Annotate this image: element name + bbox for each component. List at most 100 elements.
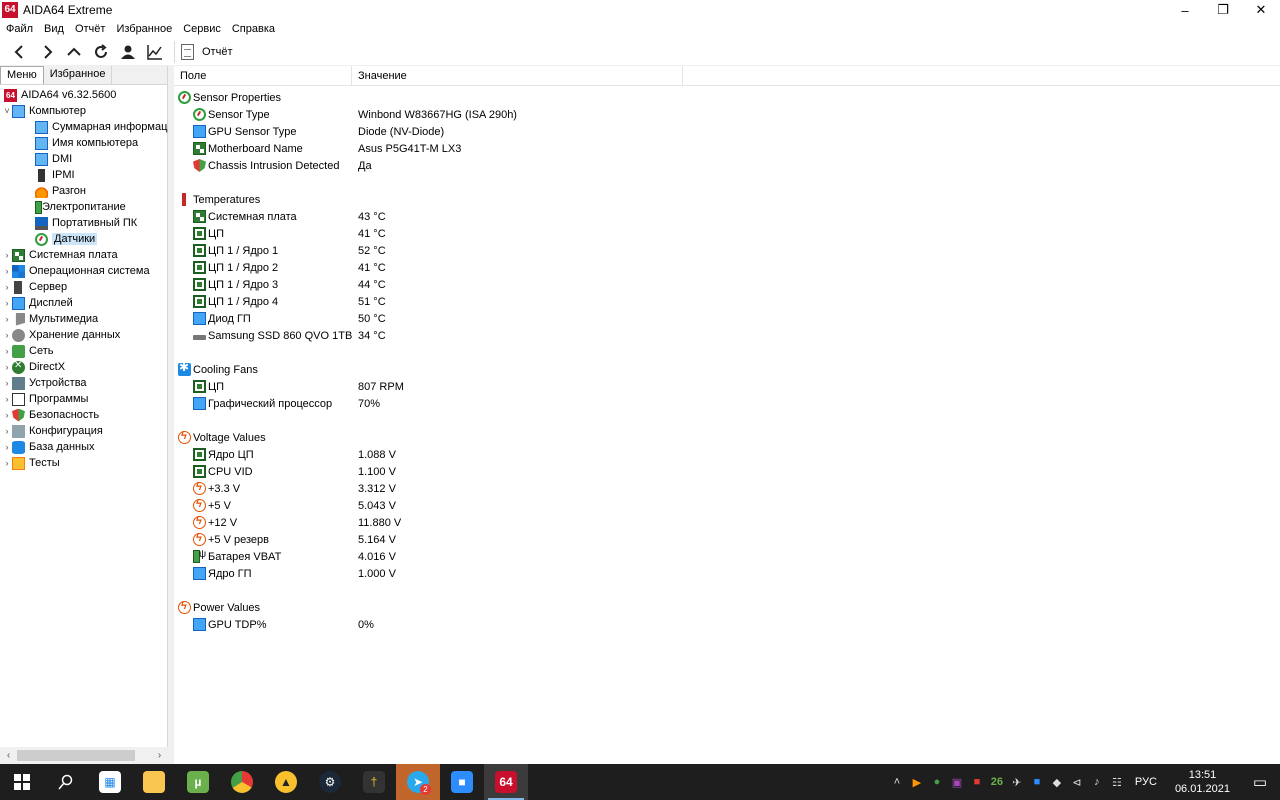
section-header[interactable]: Temperatures xyxy=(174,191,1280,208)
menu-file[interactable]: Файл xyxy=(6,23,33,35)
tree-item[interactable]: IPMI xyxy=(0,167,168,183)
volume-icon[interactable]: ♪ xyxy=(1087,764,1107,800)
clock[interactable]: 13:51 06.01.2021 xyxy=(1175,768,1230,796)
tree-item[interactable]: Портативный ПК xyxy=(0,215,168,231)
kaspersky-icon[interactable]: ● xyxy=(927,764,947,800)
table-row[interactable]: ЦП 41 °C xyxy=(174,225,1280,242)
table-row[interactable]: Батарея VBAT 4.016 V xyxy=(174,548,1280,565)
tree-item[interactable]: › DirectX xyxy=(0,359,168,375)
chevron-right-icon[interactable]: › xyxy=(2,250,12,260)
tree-item[interactable]: › Устройства xyxy=(0,375,168,391)
counter-icon[interactable]: 26 xyxy=(987,764,1007,800)
table-row[interactable]: ЦП 807 RPM xyxy=(174,378,1280,395)
table-row[interactable]: CPU VID 1.100 V xyxy=(174,463,1280,480)
tree-item[interactable]: › Дисплей xyxy=(0,295,168,311)
menu-report[interactable]: Отчёт xyxy=(75,23,105,35)
chart-button[interactable] xyxy=(141,40,168,64)
scrollbar-thumb[interactable] xyxy=(17,750,135,761)
section-header[interactable]: Power Values xyxy=(174,599,1280,616)
table-row[interactable]: ЦП 1 / Ядро 1 52 °C xyxy=(174,242,1280,259)
tab-menu[interactable]: Меню xyxy=(0,66,44,84)
file-explorer-app[interactable] xyxy=(132,764,176,800)
chevron-right-icon[interactable]: › xyxy=(2,298,12,308)
table-row[interactable]: ЦП 1 / Ядро 3 44 °C xyxy=(174,276,1280,293)
chevron-right-icon[interactable]: › xyxy=(2,362,12,372)
aida64-app[interactable]: 64 xyxy=(484,764,528,800)
chevron-right-icon[interactable]: › xyxy=(2,442,12,452)
chevron-right-icon[interactable]: › xyxy=(2,266,12,276)
tree-item[interactable]: ˅ Компьютер xyxy=(0,103,168,119)
menu-help[interactable]: Справка xyxy=(232,23,275,35)
scroll-left-icon[interactable]: ‹ xyxy=(0,750,17,761)
tree-item[interactable]: DMI xyxy=(0,151,168,167)
menu-favorites[interactable]: Избранное xyxy=(116,23,172,35)
table-row[interactable]: Motherboard Name Asus P5G41T-M LX3 xyxy=(174,140,1280,157)
game-app[interactable]: † xyxy=(352,764,396,800)
table-row[interactable]: GPU Sensor Type Diode (NV-Diode) xyxy=(174,123,1280,140)
tree-item[interactable]: Разгон xyxy=(0,183,168,199)
tree-item[interactable]: 64 AIDA64 v6.32.5600 xyxy=(0,87,168,103)
tree-item[interactable]: › База данных xyxy=(0,439,168,455)
tree-item[interactable]: Датчики xyxy=(0,231,168,247)
forward-button[interactable] xyxy=(33,40,60,64)
table-row[interactable]: Системная плата 43 °C xyxy=(174,208,1280,225)
report-button[interactable]: Отчёт xyxy=(181,43,232,60)
section-header[interactable]: Voltage Values xyxy=(174,429,1280,446)
chevron-right-icon[interactable]: › xyxy=(2,330,12,340)
tree-item[interactable]: › Мультимедиа xyxy=(0,311,168,327)
chrome-app[interactable] xyxy=(220,764,264,800)
chevron-right-icon[interactable]: › xyxy=(2,314,12,324)
nav-horizontal-scrollbar[interactable]: ‹ › xyxy=(0,747,168,764)
chevron-right-icon[interactable]: › xyxy=(2,426,12,436)
tree-item[interactable]: Электропитание xyxy=(0,199,168,215)
table-row[interactable]: +5 V резерв 5.164 V xyxy=(174,531,1280,548)
shield-icon[interactable]: ◆ xyxy=(1047,764,1067,800)
tree-item[interactable]: › Сеть xyxy=(0,343,168,359)
table-row[interactable]: +3.3 V 3.312 V xyxy=(174,480,1280,497)
table-row[interactable]: Ядро ГП 1.000 V xyxy=(174,565,1280,582)
tree-item[interactable]: › Конфигурация xyxy=(0,423,168,439)
close-button[interactable]: ✕ xyxy=(1242,0,1280,20)
meet-icon[interactable]: ■ xyxy=(1027,764,1047,800)
section-header[interactable]: Cooling Fans xyxy=(174,360,1280,378)
table-row[interactable]: +12 V 11.880 V xyxy=(174,514,1280,531)
menu-service[interactable]: Сервис xyxy=(183,23,221,35)
start-button[interactable] xyxy=(0,764,44,800)
language-indicator[interactable]: РУС xyxy=(1135,776,1157,788)
up-button[interactable] xyxy=(60,40,87,64)
search-button[interactable] xyxy=(44,764,88,800)
tree-item[interactable]: › Сервер xyxy=(0,279,168,295)
table-row[interactable]: Samsung SSD 860 QVO 1TB 34 °C xyxy=(174,327,1280,344)
tree-item[interactable]: › Безопасность xyxy=(0,407,168,423)
tree-item[interactable]: › Операционная система xyxy=(0,263,168,279)
tree-item[interactable]: › Системная плата xyxy=(0,247,168,263)
table-row[interactable]: Ядро ЦП 1.088 V xyxy=(174,446,1280,463)
chat-icon[interactable]: ▣ xyxy=(947,764,967,800)
chevron-right-icon[interactable]: › xyxy=(2,394,12,404)
menu-view[interactable]: Вид xyxy=(44,23,64,35)
column-header-field[interactable]: Поле xyxy=(174,66,352,86)
section-header[interactable]: Sensor Properties xyxy=(174,89,1280,106)
back-button[interactable] xyxy=(6,40,33,64)
table-row[interactable]: Chassis Intrusion Detected Да xyxy=(174,157,1280,174)
restore-button[interactable]: ❐ xyxy=(1204,0,1242,20)
tree-item[interactable]: › Тесты xyxy=(0,455,168,471)
table-row[interactable]: Графический процессор 70% xyxy=(174,395,1280,412)
airplane-icon[interactable]: ✈ xyxy=(1007,764,1027,800)
chevron-right-icon[interactable]: › xyxy=(2,458,12,468)
chevron-right-icon[interactable]: › xyxy=(2,378,12,388)
tab-favorites[interactable]: Избранное xyxy=(44,66,113,84)
network-icon[interactable]: ⊲ xyxy=(1067,764,1087,800)
chevron-right-icon[interactable]: › xyxy=(2,282,12,292)
tree-item[interactable]: › Программы xyxy=(0,391,168,407)
table-row[interactable]: ЦП 1 / Ядро 2 41 °C xyxy=(174,259,1280,276)
chevron-down-icon[interactable]: ˅ xyxy=(2,106,12,116)
notifications-button[interactable]: ▭ xyxy=(1240,764,1280,800)
tree-item[interactable]: Суммарная информация xyxy=(0,119,168,135)
tree-item[interactable]: Имя компьютера xyxy=(0,135,168,151)
table-row[interactable]: +5 V 5.043 V xyxy=(174,497,1280,514)
table-row[interactable]: ЦП 1 / Ядро 4 51 °C xyxy=(174,293,1280,310)
table-row[interactable]: Диод ГП 50 °C xyxy=(174,310,1280,327)
steam-app[interactable]: ⚙ xyxy=(308,764,352,800)
refresh-button[interactable] xyxy=(87,40,114,64)
